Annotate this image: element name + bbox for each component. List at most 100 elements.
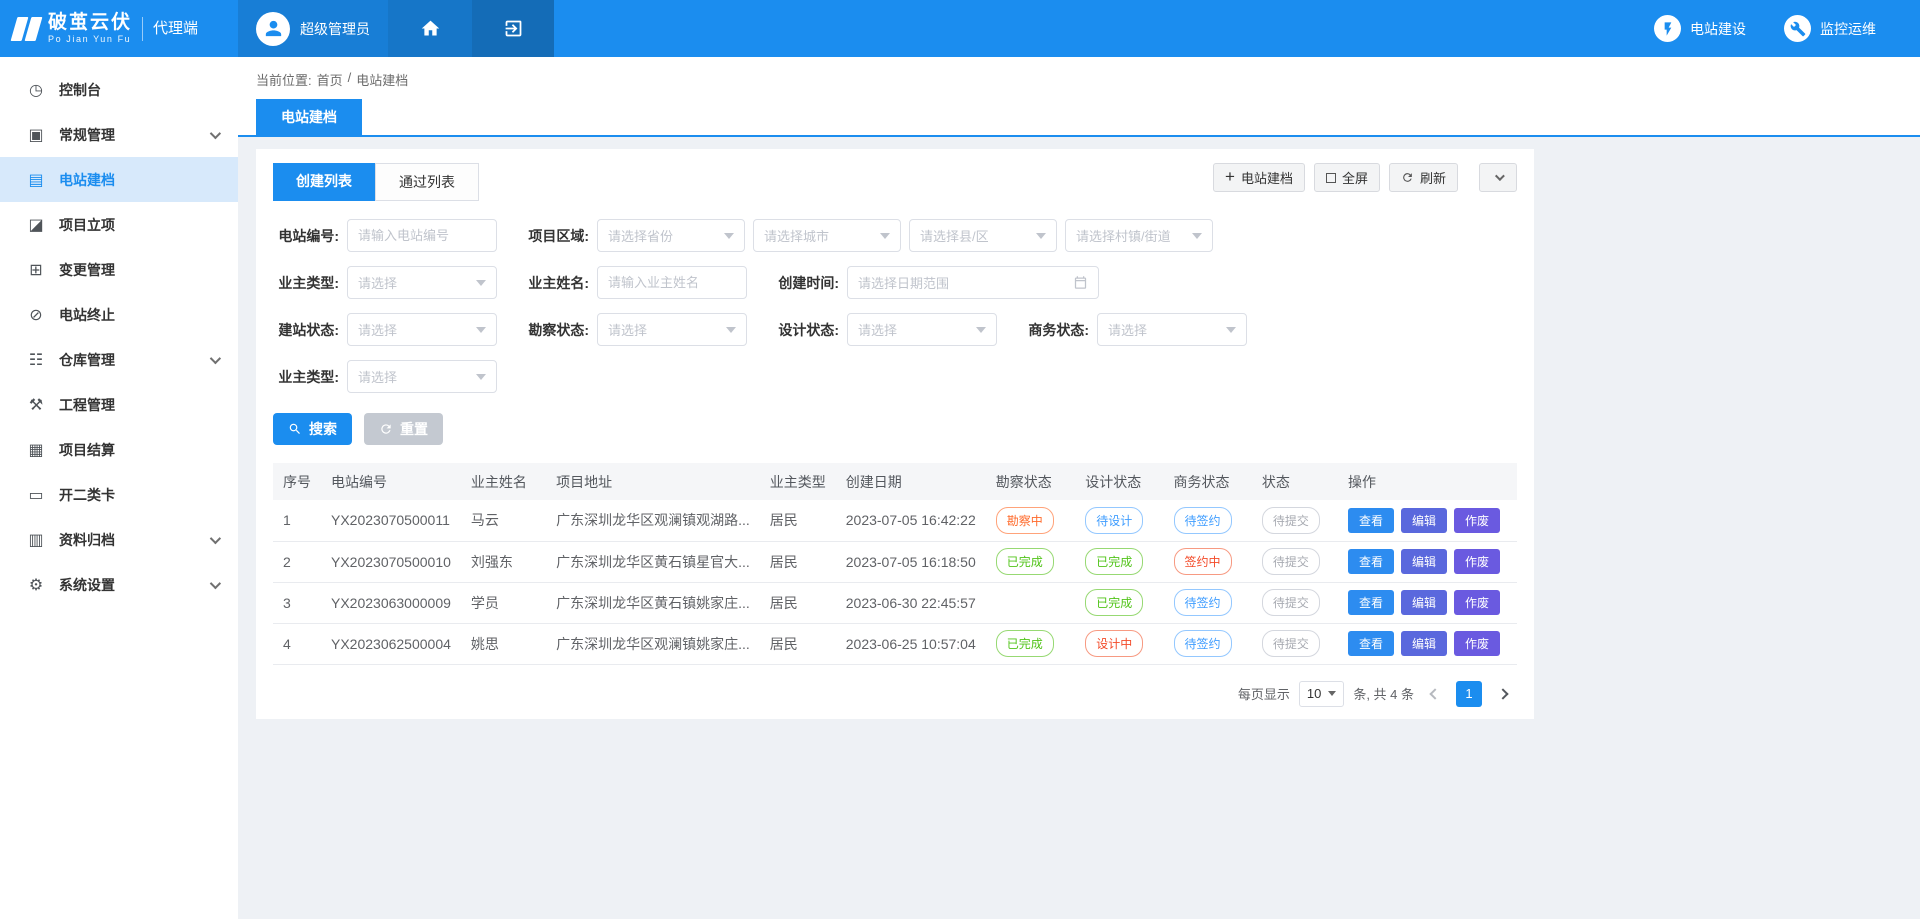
county-select[interactable]: 请选择县/区 [909,219,1057,252]
avatar [256,12,290,46]
sidebar-item-data-archive[interactable]: ▥ 资料归档 [0,517,238,562]
calendar-icon [1073,275,1088,290]
edit-button[interactable]: 编辑 [1401,508,1447,533]
add-station-button[interactable]: +电站建档 [1213,163,1305,192]
filter-label: 设计状态: [773,320,839,340]
chevron-down-icon [476,280,486,286]
owner-type-select[interactable]: 请选择 [347,266,497,299]
chevron-down-icon [724,233,734,239]
logo[interactable]: 破茧云伏 Po Jian Yun Fu 代理端 [0,0,238,57]
table-body: 1YX2023070500011马云广东深圳龙华区观澜镇观湖路...居民2023… [273,500,1517,664]
collapse-filters-button[interactable] [1479,163,1517,192]
reset-icon [379,422,393,436]
owner-name-input[interactable] [597,266,747,299]
survey-status-select[interactable]: 请选择 [597,313,747,346]
column-header: 业主类型 [760,463,836,500]
sidebar-item-console[interactable]: ◷ 控制台 [0,67,238,112]
copy-icon: ⊞ [26,260,46,280]
cell-owner-name: 刘强东 [461,541,546,582]
column-header: 状态 [1252,463,1338,500]
view-button[interactable]: 查看 [1348,549,1394,574]
nav-station-construction[interactable]: 电站建设 [1654,15,1746,42]
list-tabs: 创建列表通过列表 [273,163,479,201]
column-header: 创建日期 [836,463,986,500]
logo-title: 破茧云伏 [48,13,132,33]
table-header-row: 序号电站编号业主姓名项目地址业主类型创建日期勘察状态设计状态商务状态状态操作 [273,463,1517,500]
view-button[interactable]: 查看 [1348,631,1394,656]
view-button[interactable]: 查看 [1348,508,1394,533]
page-tab-station-filing[interactable]: 电站建档 [256,99,362,135]
business-status-select[interactable]: 请选择 [1097,313,1247,346]
home-button[interactable] [388,0,472,57]
cell-created-date: 2023-06-25 10:57:04 [836,623,986,664]
tab-passed-list[interactable]: 通过列表 [375,163,479,201]
filter-form: 电站编号:项目区域:请选择省份请选择城市请选择县/区请选择村镇/街道业主类型:请… [273,219,1517,393]
column-header: 序号 [273,463,321,500]
sidebar-item-class2-card[interactable]: ▭ 开二类卡 [0,472,238,517]
page-number-1[interactable]: 1 [1456,681,1482,707]
cell-actions: 查看编辑作废 [1338,582,1517,623]
sidebar-item-project-settlement[interactable]: ▦ 项目结算 [0,427,238,472]
page-head: 当前位置: 首页 / 电站建档 电站建档 [238,57,1920,137]
logout-button[interactable] [472,0,554,57]
station-code-input[interactable] [347,219,497,252]
edit-button[interactable]: 编辑 [1401,549,1447,574]
breadcrumb-home[interactable]: 首页 [317,70,343,89]
create-time-range[interactable]: 请选择日期范围 [847,266,1099,299]
owner-type-select-2[interactable]: 请选择 [347,360,497,393]
sidebar-item-station-filing[interactable]: ▤ 电站建档 [0,157,238,202]
tab-create-list[interactable]: 创建列表 [273,163,375,201]
chevron-down-icon [1036,233,1046,239]
fullscreen-button[interactable]: 全屏 [1314,163,1380,192]
sidebar-item-warehouse-mgmt[interactable]: ☷ 仓库管理 [0,337,238,382]
cell-station-code: YX2023070500010 [321,541,461,582]
province-select[interactable]: 请选择省份 [597,219,745,252]
cell-status: 待提交 [1252,500,1338,541]
edit-button[interactable]: 编辑 [1401,590,1447,615]
chevron-down-icon [1192,233,1202,239]
search-button[interactable]: 搜索 [273,413,352,445]
sidebar-item-general-mgmt[interactable]: ▣ 常规管理 [0,112,238,157]
sidebar-item-label: 控制台 [59,80,218,100]
sidebar-item-change-mgmt[interactable]: ⊞ 变更管理 [0,247,238,292]
nav-monitoring-ops[interactable]: 监控运维 [1784,15,1876,42]
briefcase-icon: ◪ [26,215,46,235]
cell-survey-status: 勘察中 [986,500,1075,541]
view-button[interactable]: 查看 [1348,590,1394,615]
status-badge: 待签约 [1174,630,1232,657]
status-badge: 签约中 [1174,548,1232,575]
status-badge: 勘察中 [996,507,1054,534]
prev-page-button[interactable] [1423,681,1447,707]
sidebar-item-project-initiation[interactable]: ◪ 项目立项 [0,202,238,247]
cell-survey-status [986,582,1075,623]
column-header: 勘察状态 [986,463,1075,500]
void-button[interactable]: 作废 [1454,508,1500,533]
cell-owner-type: 居民 [760,500,836,541]
per-page-label: 每页显示 [1238,684,1290,703]
sidebar-item-system-settings[interactable]: ⚙ 系统设置 [0,562,238,607]
edit-button[interactable]: 编辑 [1401,631,1447,656]
city-select[interactable]: 请选择城市 [753,219,901,252]
refresh-button[interactable]: 刷新 [1389,163,1458,192]
sidebar-item-engineering-mgmt[interactable]: ⚒ 工程管理 [0,382,238,427]
chevron-down-icon [976,327,986,333]
cell-index: 2 [273,541,321,582]
top-header: 破茧云伏 Po Jian Yun Fu 代理端 超级管理员 电站建设 监控运维 [0,0,1920,57]
town-select[interactable]: 请选择村镇/街道 [1065,219,1213,252]
cell-index: 4 [273,623,321,664]
status-badge: 已完成 [996,548,1054,575]
sidebar: ◷ 控制台 ▣ 常规管理 ▤ 电站建档 ◪ 项目立项 ⊞ 变更管理 ⊘ 电站终止… [0,57,238,919]
reset-button[interactable]: 重置 [364,413,443,445]
dashboard-icon: ◷ [26,80,46,100]
status-badge: 待签约 [1174,507,1232,534]
void-button[interactable]: 作废 [1454,631,1500,656]
build-status-select[interactable]: 请选择 [347,313,497,346]
design-status-select[interactable]: 请选择 [847,313,997,346]
void-button[interactable]: 作废 [1454,590,1500,615]
next-page-button[interactable] [1491,681,1515,707]
sidebar-item-station-termination[interactable]: ⊘ 电站终止 [0,292,238,337]
void-button[interactable]: 作废 [1454,549,1500,574]
per-page-select[interactable]: 10 [1299,681,1344,707]
cell-design-status: 已完成 [1075,582,1163,623]
user-menu[interactable]: 超级管理员 [238,0,388,57]
